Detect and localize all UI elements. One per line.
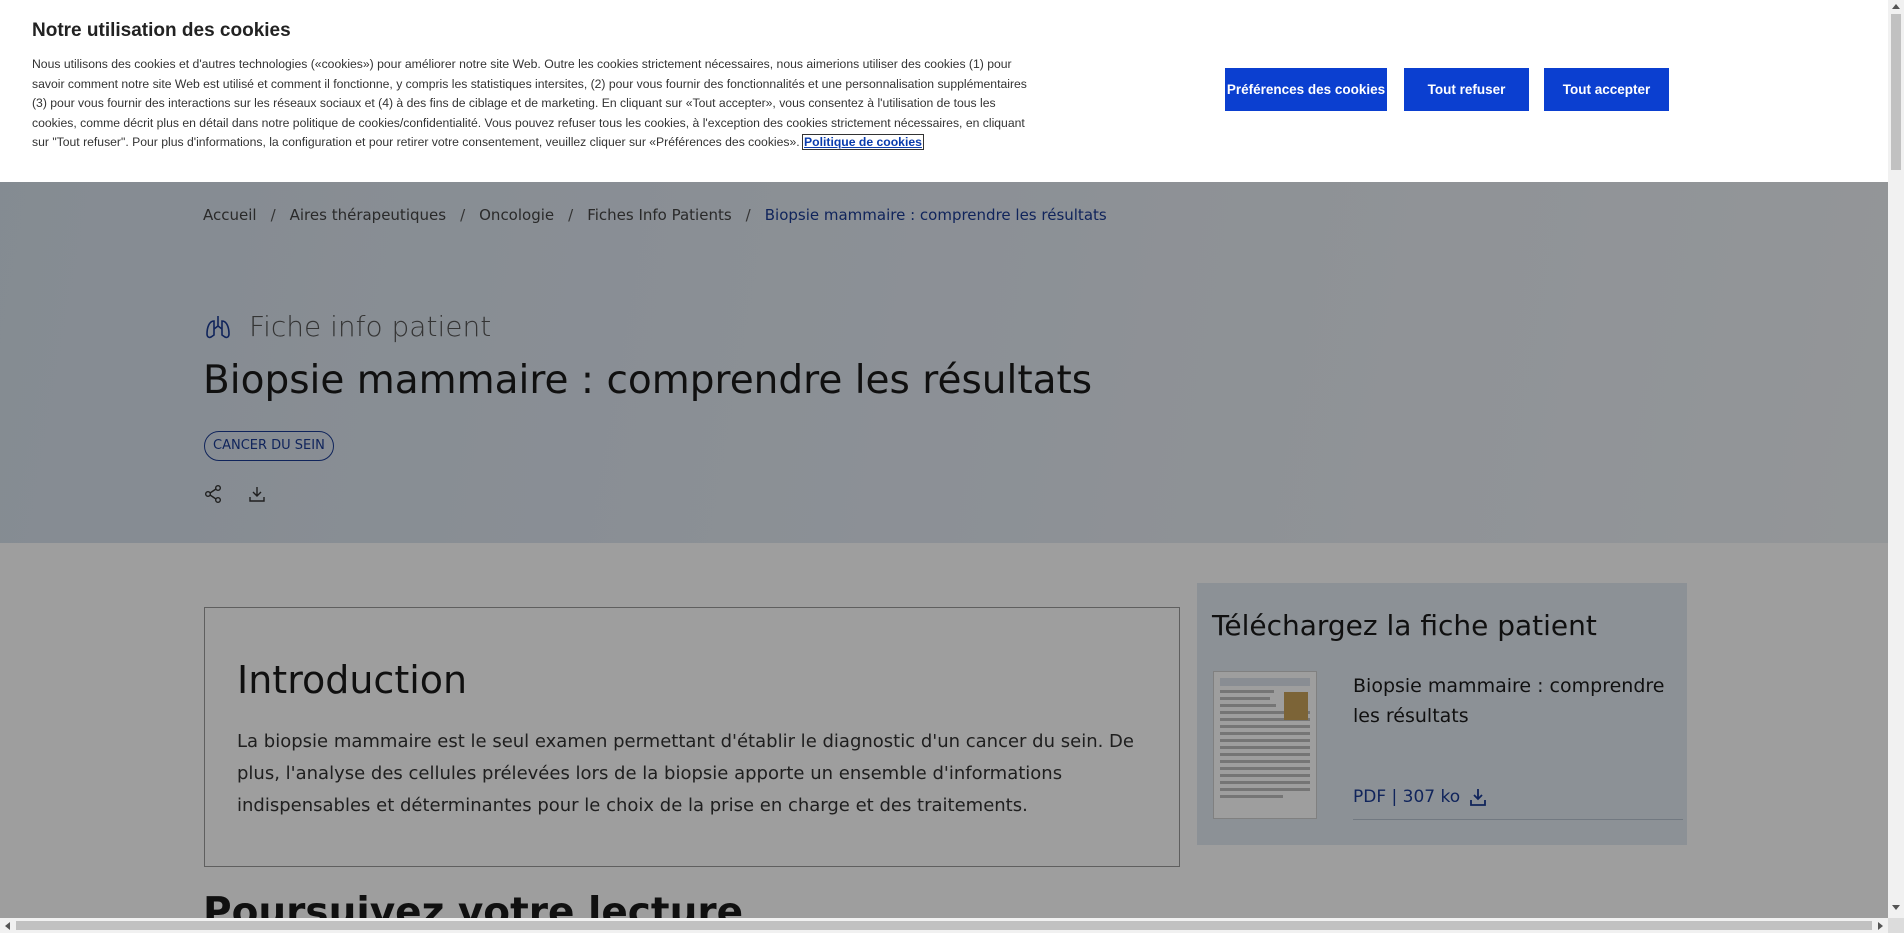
vertical-scrollbar[interactable] [1888, 0, 1904, 918]
cookie-title: Notre utilisation des cookies [32, 20, 291, 41]
scroll-up-icon[interactable] [1892, 4, 1900, 9]
cookie-policy-link[interactable]: Politique de cookies [802, 134, 924, 151]
scroll-left-icon[interactable] [5, 922, 10, 930]
cookie-preferences-button[interactable]: Préférences des cookies [1225, 68, 1387, 111]
accept-all-button[interactable]: Tout accepter [1544, 68, 1669, 111]
refuse-all-button[interactable]: Tout refuser [1404, 68, 1529, 111]
scroll-down-icon[interactable] [1892, 905, 1900, 910]
scrollbar-thumb[interactable] [1891, 14, 1901, 170]
scrollbar-thumb[interactable] [16, 921, 1872, 930]
cookie-banner: Notre utilisation des cookies Nous utili… [0, 0, 1888, 182]
cookie-text: Nous utilisons des cookies et d'autres t… [32, 55, 1028, 153]
scroll-right-icon[interactable] [1878, 922, 1883, 930]
horizontal-scrollbar[interactable] [0, 918, 1888, 933]
scrollbar-corner [1888, 918, 1904, 933]
